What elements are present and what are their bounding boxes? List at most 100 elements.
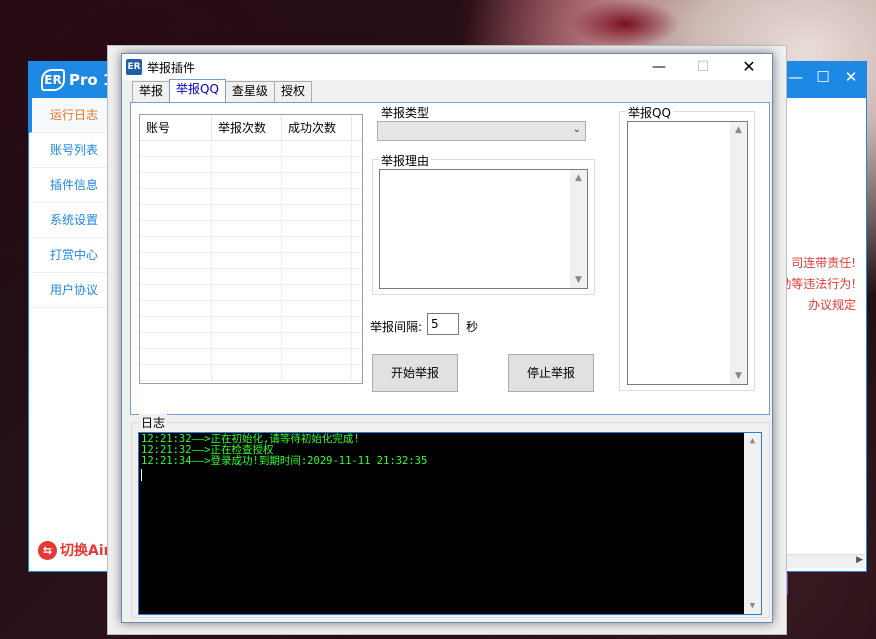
report-type-label: 举报类型 (379, 104, 432, 121)
warning-text: 司连带责任! (791, 256, 856, 270)
start-report-button[interactable]: 开始举报 (372, 354, 458, 392)
table-row[interactable] (140, 317, 362, 333)
table-cell (140, 301, 212, 316)
scroll-right-icon[interactable]: ▶ (856, 555, 863, 565)
scroll-up-icon[interactable]: ▲ (730, 125, 747, 135)
table-cell (140, 333, 212, 348)
stop-report-button[interactable]: 停止举报 (508, 354, 594, 392)
log-label: 日志 (139, 414, 168, 431)
table-cell (140, 285, 212, 300)
report-reason-textarea[interactable]: ▲ ▼ (379, 169, 588, 289)
scroll-up-icon[interactable]: ▲ (570, 173, 587, 183)
interval-unit: 秒 (466, 320, 479, 334)
table-cell (140, 317, 212, 332)
horizontal-scrollbar[interactable]: ▶ (774, 554, 865, 568)
report-plugin-window: ER 举报插件 — ☐ ✕ 举报 举报QQ 查星级 授权 账号 举报次数 成功次… (121, 53, 773, 623)
table-row[interactable] (140, 285, 362, 301)
log-scrollbar[interactable]: ▲ ▼ (744, 433, 761, 614)
table-row[interactable] (140, 205, 362, 221)
table-cell (282, 189, 352, 204)
app-logo-icon: ER (41, 69, 65, 91)
table-cell (212, 317, 282, 332)
switch-air-label: 切换Air (60, 543, 111, 559)
table-cell (282, 333, 352, 348)
maximize-icon[interactable]: ☐ (816, 68, 830, 86)
table-cell (140, 189, 212, 204)
table-cell (212, 141, 282, 156)
warning-text: 办议规定 (807, 298, 856, 312)
plugin-titlebar: ER 举报插件 — ☐ ✕ (122, 54, 772, 80)
minimize-icon[interactable]: — (788, 68, 803, 86)
table-cell (140, 253, 212, 268)
table-cell (212, 173, 282, 188)
switch-icon: ⇆ (38, 540, 57, 560)
switch-air-button[interactable]: ⇆ 切换Air (38, 540, 111, 560)
table-cell (140, 269, 212, 284)
table-cell (140, 221, 212, 236)
table-row[interactable] (140, 349, 362, 365)
table-row[interactable] (140, 189, 362, 205)
table-header: 账号 举报次数 成功次数 (140, 115, 362, 141)
tab-bar: 举报 举报QQ 查星级 授权 (132, 79, 312, 102)
tab-star-level[interactable]: 查星级 (224, 81, 275, 102)
reason-scrollbar[interactable]: ▲ ▼ (570, 170, 587, 288)
column-header-account[interactable]: 账号 (140, 115, 212, 140)
close-icon[interactable]: ✕ (844, 68, 858, 86)
maximize-button[interactable]: ☐ (688, 57, 718, 77)
table-cell (212, 349, 282, 364)
tab-report[interactable]: 举报 (132, 81, 171, 102)
tab-report-qq[interactable]: 举报QQ (169, 79, 226, 102)
account-table[interactable]: 账号 举报次数 成功次数 (139, 114, 363, 384)
chevron-down-icon: ⌄ (572, 124, 581, 135)
report-type-group: 举报类型 ⌄ (371, 104, 594, 143)
table-cell (140, 349, 212, 364)
table-cell (212, 237, 282, 252)
table-row[interactable] (140, 269, 362, 285)
table-row[interactable] (140, 237, 362, 253)
table-row[interactable] (140, 173, 362, 189)
table-cell (282, 157, 352, 172)
report-qq-label: 举报QQ (626, 104, 673, 121)
log-output[interactable]: 12:21:32——>正在初始化,请等待初始化完成! 12:21:32——>正在… (138, 432, 762, 615)
table-cell (282, 285, 352, 300)
column-header-success-count[interactable]: 成功次数 (282, 115, 352, 140)
table-cell (212, 333, 282, 348)
minimize-button[interactable]: — (644, 57, 674, 77)
plugin-title: 举报插件 (147, 61, 196, 75)
table-cell (140, 173, 212, 188)
table-cell (212, 157, 282, 172)
scroll-down-icon[interactable]: ▼ (730, 371, 747, 381)
table-cell (140, 237, 212, 252)
report-type-select[interactable]: ⌄ (377, 121, 586, 141)
text-cursor (141, 469, 142, 481)
interval-label: 举报间隔: (370, 320, 423, 334)
scroll-up-icon[interactable]: ▲ (744, 436, 761, 446)
close-button[interactable]: ✕ (734, 57, 764, 77)
scroll-down-icon[interactable]: ▼ (744, 601, 761, 611)
wallpaper-accent (570, 0, 680, 48)
table-row[interactable] (140, 221, 362, 237)
table-cell (282, 205, 352, 220)
qq-list-scrollbar[interactable]: ▲ ▼ (730, 122, 747, 384)
table-cell (212, 301, 282, 316)
tab-authorize[interactable]: 授权 (273, 81, 312, 102)
table-cell (140, 205, 212, 220)
interval-input[interactable]: 5 (427, 313, 459, 335)
table-row[interactable] (140, 253, 362, 269)
table-row[interactable] (140, 333, 362, 349)
scroll-down-icon[interactable]: ▼ (570, 275, 587, 285)
table-row[interactable] (140, 365, 362, 381)
table-row[interactable] (140, 301, 362, 317)
table-cell (140, 365, 212, 380)
report-qq-textarea[interactable]: ▲ ▼ (627, 121, 748, 385)
table-cell (282, 237, 352, 252)
log-line: 12:21:34——>登录成功!到期时间:2029-11-11 21:32:35 (141, 455, 428, 467)
column-header-report-count[interactable]: 举报次数 (212, 115, 282, 140)
table-cell (282, 317, 352, 332)
table-row[interactable] (140, 157, 362, 173)
plugin-app-icon: ER (126, 59, 142, 75)
table-cell (282, 253, 352, 268)
table-cell (282, 301, 352, 316)
table-row[interactable] (140, 141, 362, 157)
table-cell (282, 141, 352, 156)
